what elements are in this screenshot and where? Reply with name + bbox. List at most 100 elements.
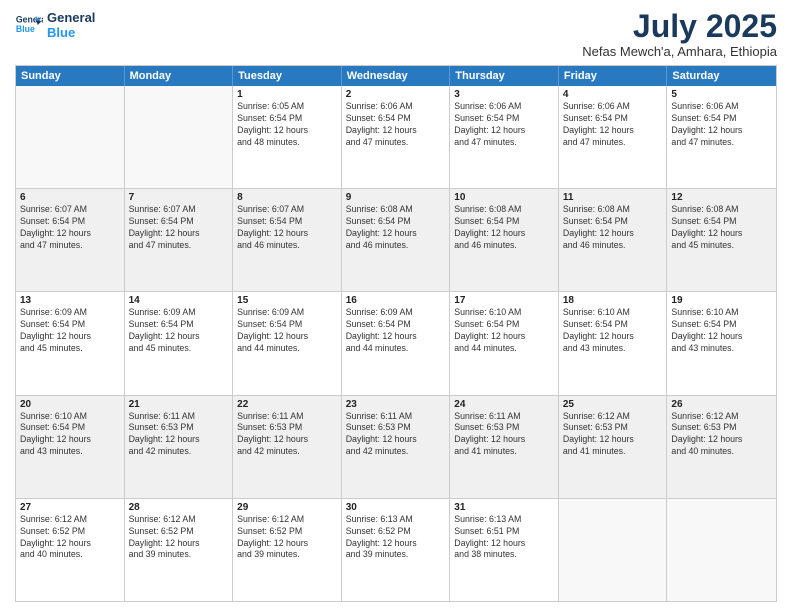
day-number: 25 bbox=[563, 399, 663, 410]
logo-icon: General Blue bbox=[15, 11, 43, 39]
day-number: 16 bbox=[346, 295, 446, 306]
day-info: Sunrise: 6:10 AM Sunset: 6:54 PM Dayligh… bbox=[20, 411, 120, 459]
calendar: Sunday Monday Tuesday Wednesday Thursday… bbox=[15, 65, 777, 602]
day-number: 27 bbox=[20, 502, 120, 513]
day-number: 4 bbox=[563, 89, 663, 100]
day-info: Sunrise: 6:06 AM Sunset: 6:54 PM Dayligh… bbox=[454, 101, 554, 149]
day-number: 18 bbox=[563, 295, 663, 306]
table-row: 12Sunrise: 6:08 AM Sunset: 6:54 PM Dayli… bbox=[667, 189, 776, 291]
table-row: 9Sunrise: 6:08 AM Sunset: 6:54 PM Daylig… bbox=[342, 189, 451, 291]
table-row bbox=[667, 499, 776, 601]
month-title: July 2025 bbox=[582, 10, 777, 42]
subtitle: Nefas Mewch'a, Amhara, Ethiopia bbox=[582, 44, 777, 59]
day-number: 2 bbox=[346, 89, 446, 100]
calendar-header: Sunday Monday Tuesday Wednesday Thursday… bbox=[16, 66, 776, 86]
table-row: 26Sunrise: 6:12 AM Sunset: 6:53 PM Dayli… bbox=[667, 396, 776, 498]
day-number: 11 bbox=[563, 192, 663, 203]
table-row bbox=[16, 86, 125, 188]
table-row: 25Sunrise: 6:12 AM Sunset: 6:53 PM Dayli… bbox=[559, 396, 668, 498]
day-number: 23 bbox=[346, 399, 446, 410]
day-number: 12 bbox=[671, 192, 772, 203]
table-row: 7Sunrise: 6:07 AM Sunset: 6:54 PM Daylig… bbox=[125, 189, 234, 291]
day-info: Sunrise: 6:12 AM Sunset: 6:52 PM Dayligh… bbox=[129, 514, 229, 562]
table-row: 27Sunrise: 6:12 AM Sunset: 6:52 PM Dayli… bbox=[16, 499, 125, 601]
day-number: 6 bbox=[20, 192, 120, 203]
table-row: 17Sunrise: 6:10 AM Sunset: 6:54 PM Dayli… bbox=[450, 292, 559, 394]
day-info: Sunrise: 6:06 AM Sunset: 6:54 PM Dayligh… bbox=[671, 101, 772, 149]
day-info: Sunrise: 6:05 AM Sunset: 6:54 PM Dayligh… bbox=[237, 101, 337, 149]
table-row: 24Sunrise: 6:11 AM Sunset: 6:53 PM Dayli… bbox=[450, 396, 559, 498]
header-saturday: Saturday bbox=[667, 66, 776, 86]
calendar-row: 20Sunrise: 6:10 AM Sunset: 6:54 PM Dayli… bbox=[16, 395, 776, 498]
calendar-row: 27 Sunrise: 6:12 AM Sunset: 6:52 PM Dayli… bbox=[16, 498, 776, 601]
table-row: 10Sunrise: 6:08 AM Sunset: 6:54 PM Dayli… bbox=[450, 189, 559, 291]
calendar-body: 1Sunrise: 6:05 AM Sunset: 6:54 PM Daylig… bbox=[16, 86, 776, 601]
day-info: Sunrise: 6:09 AM Sunset: 6:54 PM Dayligh… bbox=[129, 307, 229, 355]
table-row: 11Sunrise: 6:08 AM Sunset: 6:54 PM Dayli… bbox=[559, 189, 668, 291]
header-friday: Friday bbox=[559, 66, 668, 86]
header-sunday: Sunday bbox=[16, 66, 125, 86]
day-number: 19 bbox=[671, 295, 772, 306]
day-number: 29 bbox=[237, 502, 337, 513]
table-row: 4Sunrise: 6:06 AM Sunset: 6:54 PM Daylig… bbox=[559, 86, 668, 188]
day-number: 31 bbox=[454, 502, 554, 513]
day-number: 9 bbox=[346, 192, 446, 203]
calendar-row: 13Sunrise: 6:09 AM Sunset: 6:54 PM Dayli… bbox=[16, 291, 776, 394]
day-info: Sunrise: 6:11 AM Sunset: 6:53 PM Dayligh… bbox=[129, 411, 229, 459]
title-section: July 2025 Nefas Mewch'a, Amhara, Ethiopi… bbox=[582, 10, 777, 59]
header-wednesday: Wednesday bbox=[342, 66, 451, 86]
table-row: 30Sunrise: 6:13 AM Sunset: 6:52 PM Dayli… bbox=[342, 499, 451, 601]
day-info: Sunrise: 6:12 AM Sunset: 6:53 PM Dayligh… bbox=[563, 411, 663, 459]
table-row: 8Sunrise: 6:07 AM Sunset: 6:54 PM Daylig… bbox=[233, 189, 342, 291]
table-row: 14Sunrise: 6:09 AM Sunset: 6:54 PM Dayli… bbox=[125, 292, 234, 394]
table-row: 22Sunrise: 6:11 AM Sunset: 6:53 PM Dayli… bbox=[233, 396, 342, 498]
day-number: 14 bbox=[129, 295, 229, 306]
day-number: 22 bbox=[237, 399, 337, 410]
day-info: Sunrise: 6:09 AM Sunset: 6:54 PM Dayligh… bbox=[20, 307, 120, 355]
table-row: 19Sunrise: 6:10 AM Sunset: 6:54 PM Dayli… bbox=[667, 292, 776, 394]
table-row: 3Sunrise: 6:06 AM Sunset: 6:54 PM Daylig… bbox=[450, 86, 559, 188]
header-thursday: Thursday bbox=[450, 66, 559, 86]
table-row: 15Sunrise: 6:09 AM Sunset: 6:54 PM Dayli… bbox=[233, 292, 342, 394]
day-number: 8 bbox=[237, 192, 337, 203]
day-number: 30 bbox=[346, 502, 446, 513]
day-info: Sunrise: 6:08 AM Sunset: 6:54 PM Dayligh… bbox=[454, 204, 554, 252]
day-info: Sunrise: 6:06 AM Sunset: 6:54 PM Dayligh… bbox=[346, 101, 446, 149]
day-number: 20 bbox=[20, 399, 120, 410]
day-info: Sunrise: 6:11 AM Sunset: 6:53 PM Dayligh… bbox=[454, 411, 554, 459]
table-row: 31Sunrise: 6:13 AM Sunset: 6:51 PM Dayli… bbox=[450, 499, 559, 601]
table-row: 2Sunrise: 6:06 AM Sunset: 6:54 PM Daylig… bbox=[342, 86, 451, 188]
calendar-row: 1Sunrise: 6:05 AM Sunset: 6:54 PM Daylig… bbox=[16, 86, 776, 188]
table-row: 28Sunrise: 6:12 AM Sunset: 6:52 PM Dayli… bbox=[125, 499, 234, 601]
day-info: Sunrise: 6:12 AM Sunset: 6:52 PM Dayligh… bbox=[237, 514, 337, 562]
day-number: 3 bbox=[454, 89, 554, 100]
table-row: 23Sunrise: 6:11 AM Sunset: 6:53 PM Dayli… bbox=[342, 396, 451, 498]
day-info: Sunrise: 6:11 AM Sunset: 6:53 PM Dayligh… bbox=[237, 411, 337, 459]
day-number: 7 bbox=[129, 192, 229, 203]
calendar-row: 6 Sunrise: 6:07 AM Sunset: 6:54 PM Daylig… bbox=[16, 188, 776, 291]
day-info: Sunrise: 6:08 AM Sunset: 6:54 PM Dayligh… bbox=[671, 204, 772, 252]
table-row: 6Sunrise: 6:07 AM Sunset: 6:54 PM Daylig… bbox=[16, 189, 125, 291]
day-info: Sunrise: 6:08 AM Sunset: 6:54 PM Dayligh… bbox=[563, 204, 663, 252]
day-info: Sunrise: 6:13 AM Sunset: 6:51 PM Dayligh… bbox=[454, 514, 554, 562]
day-number: 15 bbox=[237, 295, 337, 306]
day-info: Sunrise: 6:10 AM Sunset: 6:54 PM Dayligh… bbox=[671, 307, 772, 355]
table-row: 13Sunrise: 6:09 AM Sunset: 6:54 PM Dayli… bbox=[16, 292, 125, 394]
day-info: Sunrise: 6:10 AM Sunset: 6:54 PM Dayligh… bbox=[563, 307, 663, 355]
table-row: 20Sunrise: 6:10 AM Sunset: 6:54 PM Dayli… bbox=[16, 396, 125, 498]
table-row: 29Sunrise: 6:12 AM Sunset: 6:52 PM Dayli… bbox=[233, 499, 342, 601]
day-info: Sunrise: 6:06 AM Sunset: 6:54 PM Dayligh… bbox=[563, 101, 663, 149]
day-info: Sunrise: 6:13 AM Sunset: 6:52 PM Dayligh… bbox=[346, 514, 446, 562]
table-row: 1Sunrise: 6:05 AM Sunset: 6:54 PM Daylig… bbox=[233, 86, 342, 188]
table-row: 16Sunrise: 6:09 AM Sunset: 6:54 PM Dayli… bbox=[342, 292, 451, 394]
day-number: 1 bbox=[237, 89, 337, 100]
day-info: Sunrise: 6:07 AM Sunset: 6:54 PM Dayligh… bbox=[237, 204, 337, 252]
table-row bbox=[559, 499, 668, 601]
logo-general: General bbox=[47, 10, 95, 25]
header-monday: Monday bbox=[125, 66, 234, 86]
day-info: Sunrise: 6:09 AM Sunset: 6:54 PM Dayligh… bbox=[237, 307, 337, 355]
day-number: 5 bbox=[671, 89, 772, 100]
table-row bbox=[125, 86, 234, 188]
day-info: Sunrise: 6:08 AM Sunset: 6:54 PM Dayligh… bbox=[346, 204, 446, 252]
day-number: 26 bbox=[671, 399, 772, 410]
